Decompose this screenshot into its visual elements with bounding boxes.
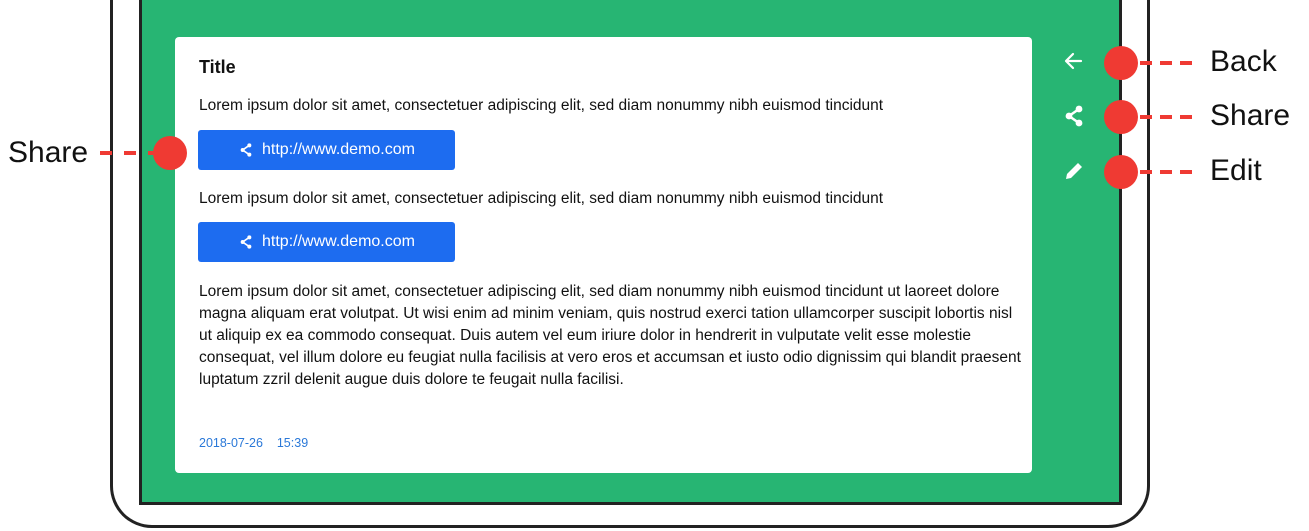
share-icon bbox=[240, 143, 252, 157]
callout-dash bbox=[1180, 61, 1192, 65]
share-icon bbox=[240, 235, 252, 249]
callout-marker bbox=[1104, 46, 1138, 80]
callout-marker bbox=[1104, 100, 1138, 134]
callout-dash bbox=[1160, 115, 1172, 119]
link-label-2: http://www.demo.com bbox=[262, 233, 415, 250]
callout-back: Back bbox=[1210, 45, 1277, 78]
back-button[interactable] bbox=[1060, 47, 1088, 75]
callout-dash bbox=[1140, 61, 1152, 65]
content-card: Title Lorem ipsum dolor sit amet, consec… bbox=[175, 37, 1032, 473]
paragraph-3: Lorem ipsum dolor sit amet, consectetuer… bbox=[199, 283, 1021, 388]
callout-dash bbox=[1180, 170, 1192, 174]
callout-edit: Edit bbox=[1210, 154, 1262, 187]
pencil-icon bbox=[1066, 163, 1082, 179]
share-button[interactable] bbox=[1060, 102, 1088, 130]
link-label-1: http://www.demo.com bbox=[262, 141, 415, 158]
card-title: Title bbox=[199, 57, 236, 77]
callout-left-share: Share bbox=[8, 136, 89, 169]
share-link-button-1[interactable]: http://www.demo.com bbox=[198, 130, 455, 170]
paragraph-1: Lorem ipsum dolor sit amet, consectetuer… bbox=[199, 97, 884, 114]
callout-marker bbox=[153, 136, 187, 170]
paragraph-2: Lorem ipsum dolor sit amet, consectetuer… bbox=[199, 190, 884, 207]
post-date: 2018-07-26 bbox=[199, 436, 263, 450]
callout-marker bbox=[1104, 155, 1138, 189]
callout-dash bbox=[1160, 61, 1172, 65]
callout-dash bbox=[124, 151, 136, 155]
post-time: 15:39 bbox=[276, 436, 309, 450]
share-icon bbox=[1065, 105, 1083, 127]
callout-dash bbox=[1140, 115, 1152, 119]
callout-dash bbox=[1180, 115, 1192, 119]
callout-dash bbox=[100, 151, 112, 155]
timestamp: 2018-07-26 15:39 bbox=[199, 436, 308, 450]
callout-dash bbox=[1140, 170, 1152, 174]
callout-dash bbox=[1160, 170, 1172, 174]
edit-button[interactable] bbox=[1060, 157, 1088, 185]
share-link-button-2[interactable]: http://www.demo.com bbox=[198, 222, 455, 262]
callout-share: Share bbox=[1210, 99, 1291, 132]
arrow-left-icon bbox=[1064, 52, 1083, 70]
